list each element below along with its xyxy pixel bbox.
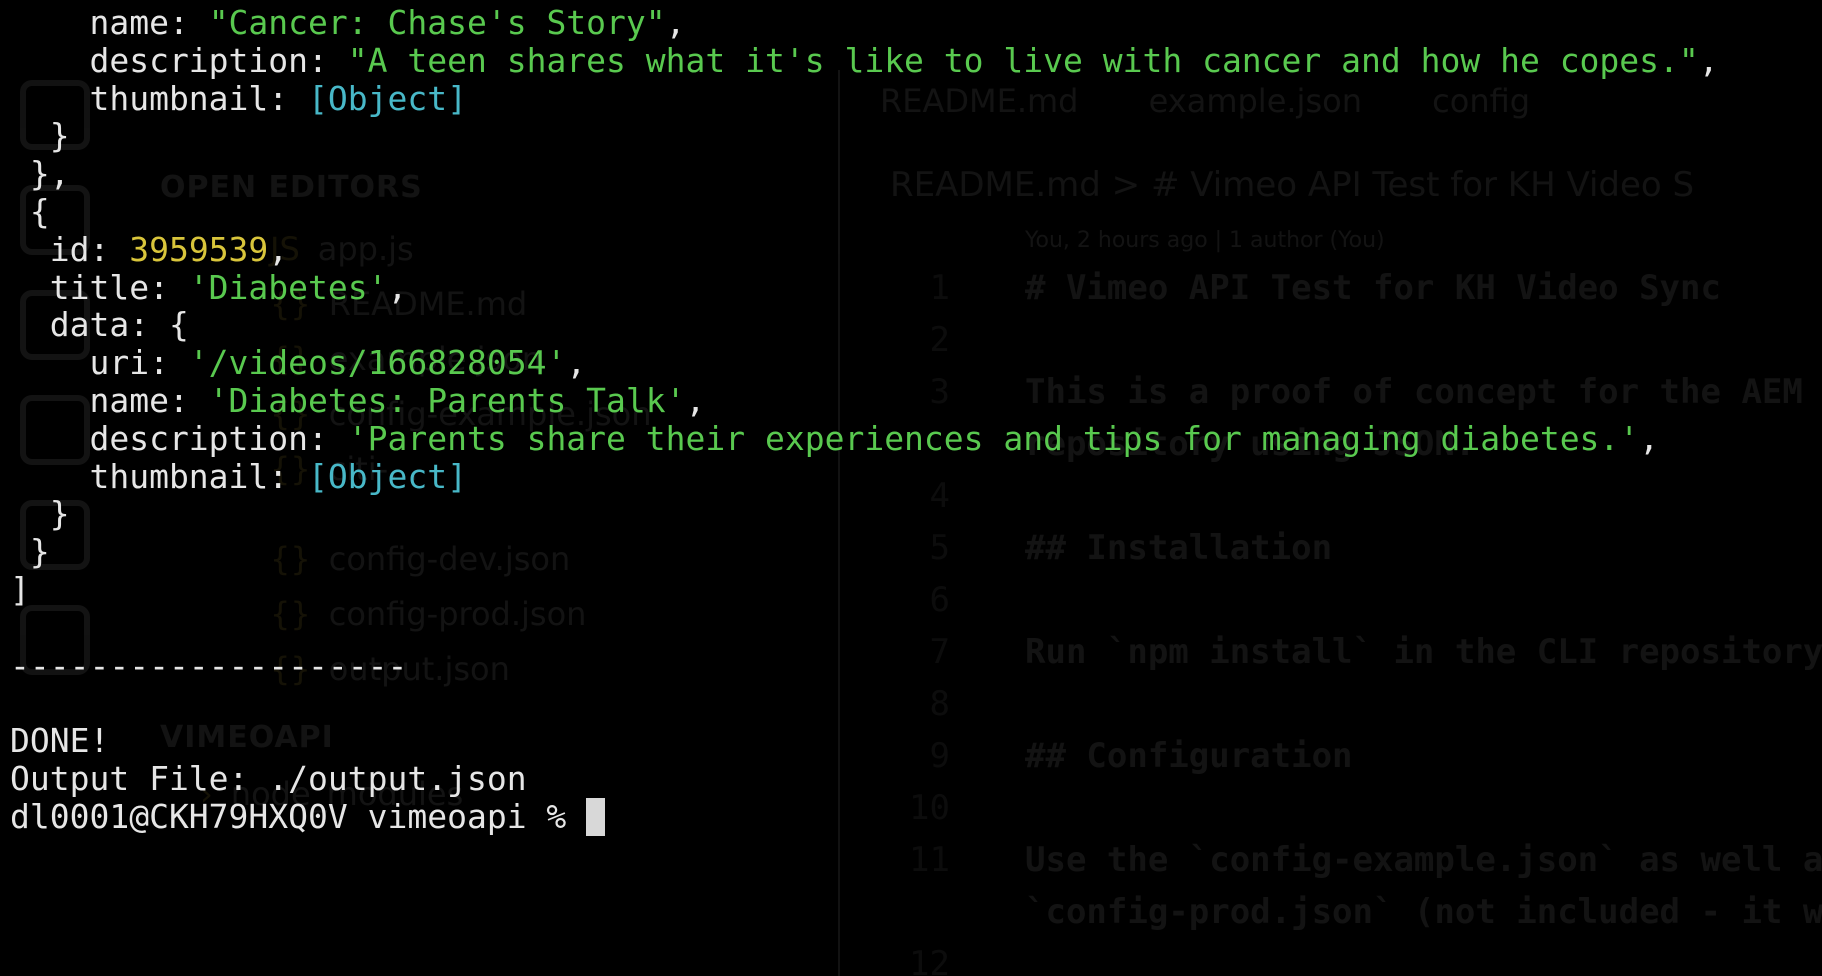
token-text: } [10,532,50,572]
token-text: title: [10,267,189,307]
terminal-line: { [10,192,50,232]
terminal-line: } [10,116,70,156]
token-text: , [685,381,706,420]
token-text: } [10,116,70,156]
token-text: thumbnail: [10,78,309,118]
terminal-line: uri: '/videos/166828054', [10,343,586,383]
token-text: , [1639,418,1660,458]
terminal-line: name: "Cancer: Chase's Story", [10,3,686,43]
screen: OPEN EDITORS JS app.js {} README.md {} exam… [0,0,1822,976]
terminal-line: thumbnail: [Object] [10,457,467,497]
token-text: , [566,343,587,383]
token-object: [Object] [308,78,467,118]
token-text: id: [10,229,130,269]
token-text: } [10,494,70,534]
token-text: ] [10,570,30,609]
token-number: 3959539 [129,229,269,269]
terminal-line: Output File: ./output.json [10,759,527,799]
token-text: name: [10,381,209,420]
terminal-line: }, [10,154,70,194]
token-string: 'Diabetes: Parents Talk' [208,381,686,420]
prompt-line[interactable]: dl0001@CKH79HXQ0V vimeoapi % [10,796,606,837]
terminal-line: DONE! [10,721,109,761]
token-text: DONE! [10,721,110,761]
token-text: Output File: ./output.json [10,759,527,798]
terminal-line: } [10,494,70,534]
terminal-line: -------------------- [10,646,407,686]
token-string: 'Diabetes' [188,267,388,307]
token-text: , [665,3,686,42]
token-text: , [1698,40,1719,80]
terminal-line: thumbnail: [Object] [10,79,467,119]
token-object: [Object] [308,456,467,496]
terminal-line: description: "A teen shares what it's li… [10,40,1719,81]
token-text: -------------------- [10,645,408,685]
terminal-line: description: 'Parents share their experi… [10,419,1659,459]
terminal[interactable]: name: "Cancer: Chase's Story", descripti… [0,0,1822,976]
shell-prompt: dl0001@CKH79HXQ0V vimeoapi % [10,796,587,836]
text-cursor [586,797,606,836]
token-string: "Cancer: Chase's Story" [208,3,666,42]
terminal-line: data: { [10,305,189,345]
token-text: }, [10,154,70,194]
token-string: 'Parents share their experiences and tip… [347,418,1640,458]
token-text: , [387,267,408,307]
terminal-line: name: 'Diabetes: Parents Talk', [10,381,705,421]
token-text: uri: [10,343,189,383]
terminal-line: } [10,532,50,572]
token-text: { [10,192,50,231]
token-text: description: [10,40,348,80]
token-text: thumbnail: [10,456,309,496]
terminal-line: ] [10,570,30,610]
token-text: description: [10,418,348,458]
token-text: data: { [10,305,189,345]
terminal-line: title: 'Diabetes', [10,267,408,308]
token-text: , [268,229,289,269]
token-text: name: [10,3,209,42]
terminal-line: id: 3959539, [10,230,288,270]
token-string: "A teen shares what it's like to live wi… [347,40,1699,80]
token-string: '/videos/166828054' [188,343,567,383]
